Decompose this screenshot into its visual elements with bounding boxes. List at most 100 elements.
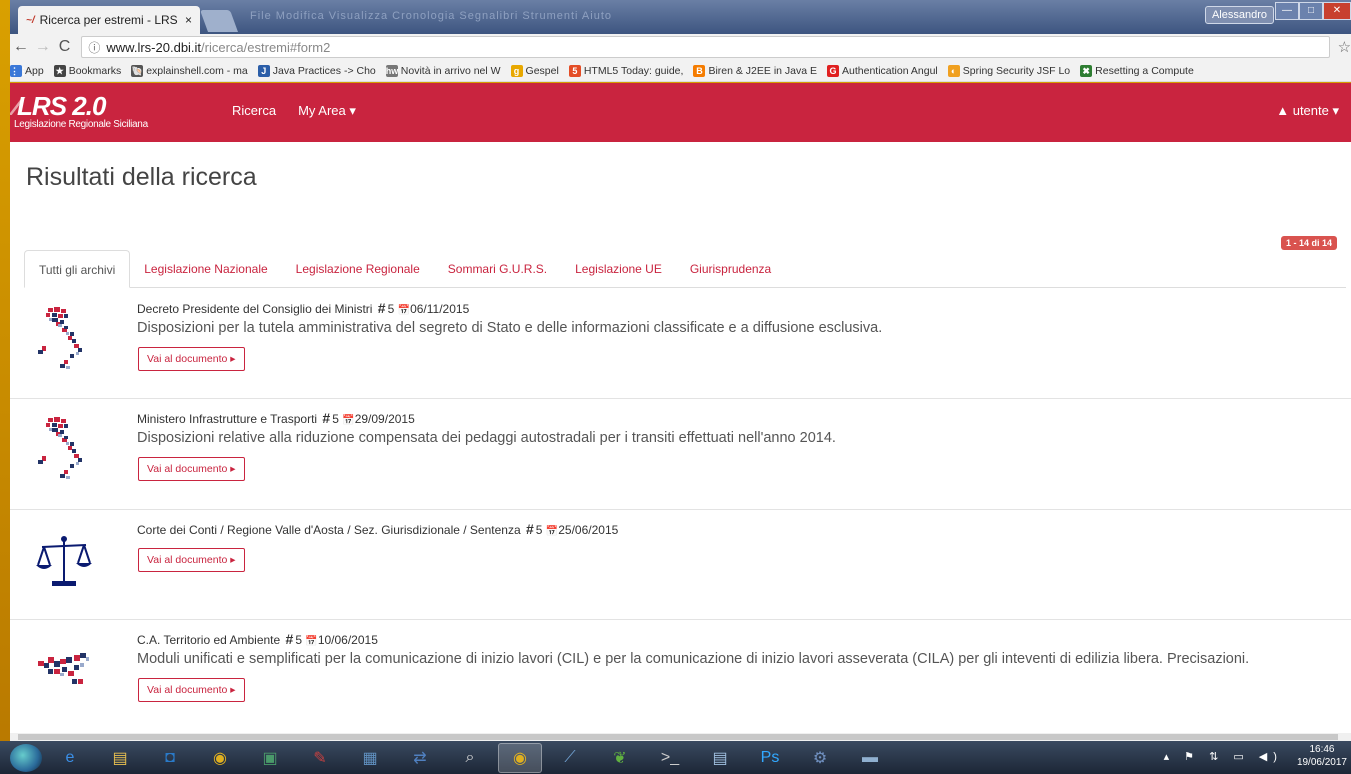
bookmark-label: Resetting a Compute: [1095, 64, 1194, 77]
search-app-icon[interactable]: ⌕: [448, 743, 492, 773]
new-tab-button[interactable]: [199, 10, 239, 32]
bookmark-item[interactable]: 🐚 explainshell.com - ma: [131, 64, 248, 77]
back-button[interactable]: ←: [10, 38, 32, 56]
clock[interactable]: 16:46 19/06/2017: [1297, 743, 1347, 769]
bookmark-item[interactable]: ✖ Resetting a Compute: [1080, 64, 1194, 77]
logo-title: LRS 2.0: [17, 91, 106, 121]
bookmark-label: Java Practices -> Cho: [272, 64, 376, 77]
clock-date: 19/06/2017: [1296, 757, 1347, 768]
bookmark-label: Gespel: [525, 64, 559, 77]
bookmark-icon: ✖: [1080, 64, 1093, 77]
bookmark-icon: 5: [568, 64, 581, 77]
image-viewer-icon[interactable]: ▬: [848, 743, 892, 773]
forward-button[interactable]: →: [32, 38, 54, 56]
bookmark-item[interactable]: ◐ Spring Security JSF Lo: [947, 64, 1071, 77]
result-source: Ministero Infrastrutture e Trasporti: [137, 412, 318, 426]
open-document-button[interactable]: Vai al documento ▸: [138, 678, 245, 702]
outlook-icon[interactable]: ◘: [148, 743, 192, 773]
hash-icon: #: [322, 410, 331, 426]
site-info-icon[interactable]: ⓘ: [88, 39, 100, 56]
bookmark-icon: g: [510, 64, 523, 77]
bookmark-icon: G: [827, 64, 840, 77]
result-source: Corte dei Conti / Regione Valle d'Aosta …: [137, 523, 521, 537]
site-logo[interactable]: ⁄⁄⁄ LRS 2.0 Legislazione Regionale Sicili…: [14, 91, 148, 130]
italy-map-icon: [34, 414, 94, 484]
evernote-icon[interactable]: ❦: [598, 743, 642, 773]
browser-tab[interactable]: ~/ Ricerca per estremi - LRS ×: [18, 6, 200, 34]
bookmark-item[interactable]: g Gespel: [510, 64, 559, 77]
url-input[interactable]: ⓘ www.lrs-20.dbi.it /ricerca/estremi#for…: [81, 36, 1330, 58]
results-count-badge: 1 - 14 di 14: [1280, 236, 1337, 250]
result-date: 25/06/2015: [558, 523, 619, 537]
windows-taskbar: e ▤ ◘ ◉ ▣ ✎ ▦ ⇄ ⌕ ◉ ⟋ ❦ >_ ▤ Ps ⚙ ▬ ▴ ⚑ ⇅ ▭ ◀) 16:46 19/…: [0, 741, 1351, 774]
calendar-icon: 📅: [397, 305, 411, 316]
result-meta: Decreto Presidente del Consiglio dei Min…: [137, 300, 469, 316]
reload-button[interactable]: C: [54, 38, 76, 56]
horizontal-scrollbar[interactable]: [10, 733, 1351, 741]
bookmark-item[interactable]: G Authentication Angul: [827, 64, 938, 77]
bookmark-label: Novità in arrivo nel W: [400, 64, 501, 77]
minimize-button[interactable]: —: [1275, 2, 1299, 20]
bookmark-icon: ★: [53, 64, 66, 77]
bookmark-star-icon[interactable]: ☆: [1338, 38, 1351, 56]
nav-my-area[interactable]: My Area ▾: [298, 103, 356, 119]
open-document-button[interactable]: Vai al documento ▸: [138, 548, 245, 572]
tab-sommari-g-u-r-s[interactable]: Sommari G.U.R.S.: [434, 250, 561, 287]
result-number: 5: [535, 523, 543, 537]
result-source: Decreto Presidente del Consiglio dei Min…: [137, 302, 373, 316]
open-document-button[interactable]: Vai al documento ▸: [138, 347, 245, 371]
internet-explorer-icon[interactable]: e: [48, 743, 92, 773]
result-date: 29/09/2015: [354, 412, 415, 426]
bookmark-item[interactable]: ★ Bookmarks: [53, 64, 121, 77]
tray-icons[interactable]: ▴ ⚑ ⇅ ▭ ◀): [1164, 750, 1283, 763]
bookmark-item[interactable]: hw Novità in arrivo nel W: [385, 64, 501, 77]
chrome-active-icon[interactable]: ◉: [498, 742, 542, 773]
user-menu[interactable]: ▲ utente ▾: [1276, 103, 1339, 119]
tools-app-icon[interactable]: ⚙: [798, 743, 842, 773]
bookmark-icon: ◐: [947, 64, 960, 77]
url-host: www.lrs-20.dbi.it: [106, 39, 202, 55]
bookmarks-bar: ⋮⋮ App ★ Bookmarks 🐚 explainshell.com - ma J Ja…: [10, 60, 1351, 82]
bookmark-item[interactable]: ⋮⋮ App: [10, 64, 44, 77]
bookmark-label: App: [25, 64, 44, 77]
result-item: C.A. Territorio ed Ambiente #5 📅10/06/20…: [10, 620, 1351, 733]
tab-giurisprudenza[interactable]: Giurisprudenza: [676, 250, 785, 287]
remote-desktop-icon[interactable]: ⇄: [398, 743, 442, 773]
bookmark-label: HTML5 Today: guide,: [583, 64, 684, 77]
file-explorer-icon[interactable]: ▤: [98, 743, 142, 773]
app-window-icon[interactable]: ▤: [698, 743, 742, 773]
bookmark-item[interactable]: J Java Practices -> Cho: [257, 64, 376, 77]
bookmark-label: Spring Security JSF Lo: [962, 64, 1071, 77]
bookmark-item[interactable]: B Biren & J2EE in Java E: [693, 64, 817, 77]
result-item: Ministero Infrastrutture e Trasporti #5 …: [10, 399, 1351, 510]
taskbar-apps: e ▤ ◘ ◉ ▣ ✎ ▦ ⇄ ⌕ ◉ ⟋ ❦ >_ ▤ Ps ⚙ ▬: [42, 742, 892, 773]
nav-ricerca[interactable]: Ricerca: [232, 103, 276, 119]
maximize-button[interactable]: □: [1299, 2, 1323, 20]
photoshop-icon[interactable]: Ps: [748, 743, 792, 773]
tab-legislazione-ue[interactable]: Legislazione UE: [561, 250, 676, 287]
result-meta: Corte dei Conti / Regione Valle d'Aosta …: [137, 521, 618, 537]
result-number: 5: [295, 633, 303, 647]
tab-close-icon[interactable]: ×: [185, 13, 192, 27]
calendar-icon: 📅: [305, 636, 318, 647]
network-app-icon[interactable]: ▣: [248, 743, 292, 773]
close-window-button[interactable]: ✕: [1323, 2, 1351, 20]
bookmark-item[interactable]: 5 HTML5 Today: guide,: [568, 64, 684, 77]
tab-legislazione-regionale[interactable]: Legislazione Regionale: [282, 250, 434, 287]
editor-app-icon[interactable]: ✎: [298, 743, 342, 773]
result-description: Moduli unificati e semplificati per la c…: [137, 651, 1250, 667]
scrollbar-thumb[interactable]: [18, 734, 1338, 740]
vscode-icon[interactable]: ⟋: [548, 743, 592, 773]
tab-legislazione-nazionale[interactable]: Legislazione Nazionale: [130, 250, 281, 287]
terminal-icon[interactable]: >_: [648, 743, 692, 773]
tab-tutti-gli-archivi[interactable]: Tutti gli archivi: [24, 250, 131, 288]
window-controls: — □ ✕: [1275, 2, 1351, 20]
window-app-icon[interactable]: ▦: [348, 743, 392, 773]
start-button[interactable]: [10, 743, 42, 772]
chrome-icon[interactable]: ◉: [198, 743, 242, 773]
calendar-icon: 📅: [545, 526, 559, 537]
window-user-badge[interactable]: Alessandro: [1204, 6, 1274, 24]
open-document-button[interactable]: Vai al documento ▸: [138, 457, 245, 481]
page-title: Risultati della ricerca: [26, 163, 257, 191]
result-item: Corte dei Conti / Regione Valle d'Aosta …: [10, 510, 1351, 620]
